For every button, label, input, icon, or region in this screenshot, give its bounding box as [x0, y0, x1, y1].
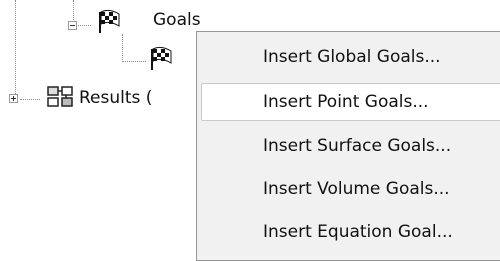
context-menu: Insert Global Goals... Insert Point Goal… [196, 31, 500, 261]
menu-item-insert-volume-goals[interactable]: Insert Volume Goals... [201, 170, 500, 208]
menu-item-insert-surface-goals[interactable]: Insert Surface Goals... [201, 127, 500, 165]
tree-connector [15, 0, 16, 100]
checkered-flag-icon[interactable] [144, 45, 174, 71]
tree-item-goals-label[interactable]: Goals [153, 10, 201, 30]
tree-connector [78, 25, 91, 26]
tree-connector [20, 99, 40, 100]
results-icon [47, 86, 73, 107]
menu-item-insert-global-goals[interactable]: Insert Global Goals... [201, 38, 500, 76]
menu-item-insert-point-goals[interactable]: Insert Point Goals... [201, 83, 500, 121]
checkered-flag-icon [99, 9, 120, 33]
menu-item-insert-equation-goal[interactable]: Insert Equation Goal... [201, 213, 500, 251]
tree-item-results-label[interactable]: Results ( [79, 88, 152, 108]
goals-collapse-toggle[interactable] [68, 21, 77, 30]
results-expand-toggle[interactable] [9, 94, 18, 103]
tree-connector [122, 34, 123, 62]
tree-connector [122, 61, 146, 62]
